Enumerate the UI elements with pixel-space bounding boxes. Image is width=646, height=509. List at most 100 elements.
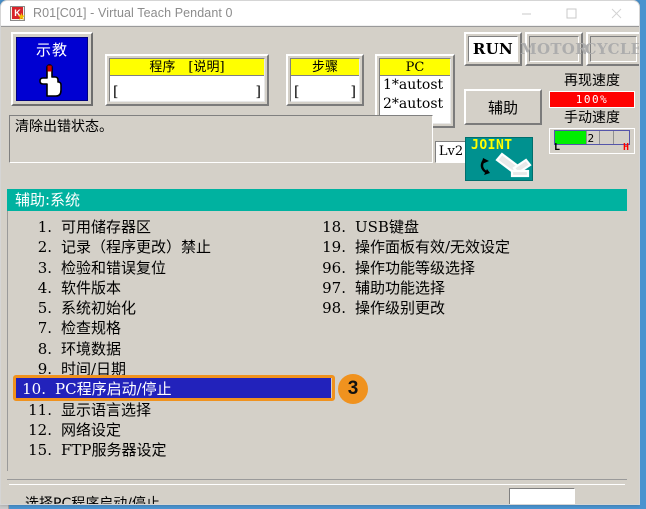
menu-item-label: FTP服务器设定 bbox=[61, 441, 167, 460]
annotation-step-number: 3 bbox=[347, 378, 359, 399]
program-bracket-left: [ bbox=[113, 84, 119, 100]
close-icon[interactable] bbox=[594, 1, 639, 26]
bottom-divider bbox=[9, 484, 625, 485]
step-panel-caption: 步骤 bbox=[291, 59, 359, 76]
menu-item-label: 可用储存器区 bbox=[61, 218, 152, 236]
aux-button[interactable]: 辅助 bbox=[464, 89, 542, 125]
menu-item-label: 显示语言选择 bbox=[61, 400, 152, 419]
step-bracket-left: [ bbox=[294, 84, 300, 100]
menu-item-label: 检查规格 bbox=[61, 319, 122, 338]
menu-column-left: 1. 可用储存器区 2. 记录（程序更改）禁止 3. 检验和错误复位 4. 软件版本 5… bbox=[22, 217, 342, 461]
window-controls bbox=[504, 1, 639, 26]
menu-item[interactable]: 2. 记录（程序更改）禁止 bbox=[22, 237, 342, 257]
manual-speed-label: 手动速度 bbox=[564, 110, 620, 126]
menu-item-number: 97. bbox=[322, 278, 346, 297]
pc-panel-caption: PC bbox=[380, 59, 450, 76]
menu-item-number: 7. bbox=[37, 319, 52, 338]
menu-item-number: 11. bbox=[28, 400, 52, 419]
minimize-icon[interactable] bbox=[504, 1, 549, 26]
menu-item-label: 检验和错误复位 bbox=[61, 258, 167, 277]
hand-pointer-icon bbox=[35, 62, 69, 103]
lamp-run[interactable]: RUN bbox=[464, 32, 522, 66]
section-header: 辅助:系统 bbox=[7, 189, 627, 211]
menu-item-number: 2. bbox=[37, 238, 52, 257]
menu-item[interactable]: 96. 操作功能等级选择 bbox=[316, 258, 626, 278]
manual-speed-gauge[interactable]: 2 L H bbox=[549, 128, 635, 154]
lamp-cycle[interactable]: CYCLE bbox=[584, 32, 640, 66]
menu-item-selected[interactable]: 10. PC程序启动/停止 bbox=[16, 378, 331, 399]
menu-column-right: 18. USB键盘 19. 操作面板有效/无效设定 96. 操作功能等级选择 97. 辅… bbox=[316, 217, 626, 318]
manual-speed-low-label: L bbox=[554, 142, 561, 153]
lamp-run-label: RUN bbox=[472, 40, 514, 58]
menu-item-number: 15. bbox=[28, 441, 52, 460]
menu-item[interactable]: 98. 操作级别更改 bbox=[316, 298, 626, 318]
maximize-icon[interactable] bbox=[549, 1, 594, 26]
menu-item-label: 操作级别更改 bbox=[355, 299, 446, 318]
menu-content: 1. 可用储存器区 2. 记录（程序更改）禁止 3. 检验和错误复位 4. 软件版本 5… bbox=[7, 211, 627, 471]
menu-item[interactable]: 9. 时间/日期 bbox=[22, 359, 342, 379]
lamp-cycle-label: CYCLE bbox=[584, 40, 640, 58]
menu-item-number: 5. bbox=[37, 299, 52, 318]
menu-item[interactable]: 4. 软件版本 bbox=[22, 278, 342, 298]
menu-item-number: 98. bbox=[322, 299, 346, 318]
menu-item-number: 1. bbox=[37, 218, 52, 236]
playback-speed-label: 再现速度 bbox=[564, 73, 620, 89]
menu-item-label: USB键盘 bbox=[355, 218, 419, 236]
menu-item[interactable]: 8. 环境数据 bbox=[22, 339, 342, 359]
menu-item-label: 辅助功能选择 bbox=[355, 278, 446, 297]
pendant-toolbar: 示教 程序 [说明] [] 步骤 [] PC 1*autost 2*auto… bbox=[1, 27, 640, 154]
program-bracket-right: ] bbox=[255, 84, 261, 100]
menu-item[interactable]: 97. 辅助功能选择 bbox=[316, 278, 626, 298]
menu-item[interactable]: 19. 操作面板有效/无效设定 bbox=[316, 237, 626, 257]
motion-mode-panel[interactable]: JOINT bbox=[465, 137, 533, 181]
menu-item[interactable]: 7. 检查规格 bbox=[22, 318, 342, 338]
bottom-status-bar: 选择PC程序启动/停止 bbox=[7, 479, 627, 505]
level-badge: Lv2 bbox=[435, 141, 467, 163]
step-panel[interactable]: 步骤 [ ] bbox=[286, 54, 364, 106]
lamp-motor[interactable]: MOTOR bbox=[520, 32, 588, 66]
menu-item-label: 记录（程序更改）禁止 bbox=[61, 238, 212, 257]
teach-mode-label: 示教 bbox=[35, 41, 68, 59]
playback-speed-bar: 100% bbox=[549, 91, 635, 108]
speed-meters: 再现速度 100% 手动速度 2 L H bbox=[549, 73, 635, 154]
menu-item-number: 3. bbox=[37, 258, 52, 277]
status-message-bar: 清除出错状态。 bbox=[9, 115, 433, 163]
program-panel-caption: 程序 [说明] bbox=[110, 59, 264, 76]
menu-item-number: 12. bbox=[28, 420, 52, 439]
menu-item[interactable]: 3. 检验和错误复位 bbox=[22, 258, 342, 278]
desktop-right-edge bbox=[640, 0, 646, 509]
menu-item-label: 系统初始化 bbox=[61, 299, 137, 318]
program-panel[interactable]: 程序 [说明] [ ] bbox=[105, 54, 269, 106]
menu-item[interactable]: 11. 显示语言选择 bbox=[22, 400, 342, 420]
robot-arm-icon bbox=[480, 152, 532, 178]
pc-panel-line-1: 1*autost bbox=[383, 77, 444, 93]
menu-item[interactable]: 1. 可用储存器区 bbox=[22, 217, 342, 237]
menu-item-number: 8. bbox=[37, 339, 52, 358]
menu-item-label: 时间/日期 bbox=[61, 360, 127, 379]
bottom-prompt: 选择PC程序启动/停止 bbox=[25, 496, 160, 505]
menu-item-label: 操作面板有效/无效设定 bbox=[355, 238, 511, 257]
annotation-step-badge: 3 bbox=[338, 374, 368, 404]
teach-mode-button[interactable]: 示教 bbox=[11, 32, 93, 106]
playback-speed-value: 100% bbox=[575, 93, 609, 106]
menu-item-number: 18. bbox=[322, 218, 346, 236]
menu-item-number: 4. bbox=[37, 278, 52, 297]
window-title: R01[C01] - Virtual Teach Pendant 0 bbox=[33, 6, 233, 20]
menu-item-number: 10. bbox=[22, 379, 46, 398]
menu-item-number: 19. bbox=[322, 238, 346, 257]
aux-button-label: 辅助 bbox=[487, 98, 518, 117]
manual-speed-value: 2 bbox=[587, 132, 595, 145]
menu-item[interactable]: 15. FTP服务器设定 bbox=[22, 440, 342, 460]
titlebar: K ★ R01[C01] - Virtual Teach Pendant 0 bbox=[1, 1, 639, 26]
menu-item-number: 96. bbox=[322, 258, 346, 277]
app-icon: K ★ bbox=[9, 5, 26, 22]
pendant-body: 示教 程序 [说明] [] 步骤 [] PC 1*autost 2*auto… bbox=[1, 26, 640, 505]
menu-item[interactable]: 18. USB键盘 bbox=[316, 217, 626, 237]
menu-item[interactable]: 5. 系统初始化 bbox=[22, 298, 342, 318]
bottom-input-field[interactable] bbox=[509, 488, 575, 504]
lamp-motor-label: MOTOR bbox=[520, 40, 588, 58]
menu-item-label: 操作功能等级选择 bbox=[355, 258, 476, 277]
menu-item-label: 网络设定 bbox=[61, 420, 122, 439]
menu-item-label: 软件版本 bbox=[61, 278, 122, 297]
menu-item[interactable]: 12. 网络设定 bbox=[22, 420, 342, 440]
